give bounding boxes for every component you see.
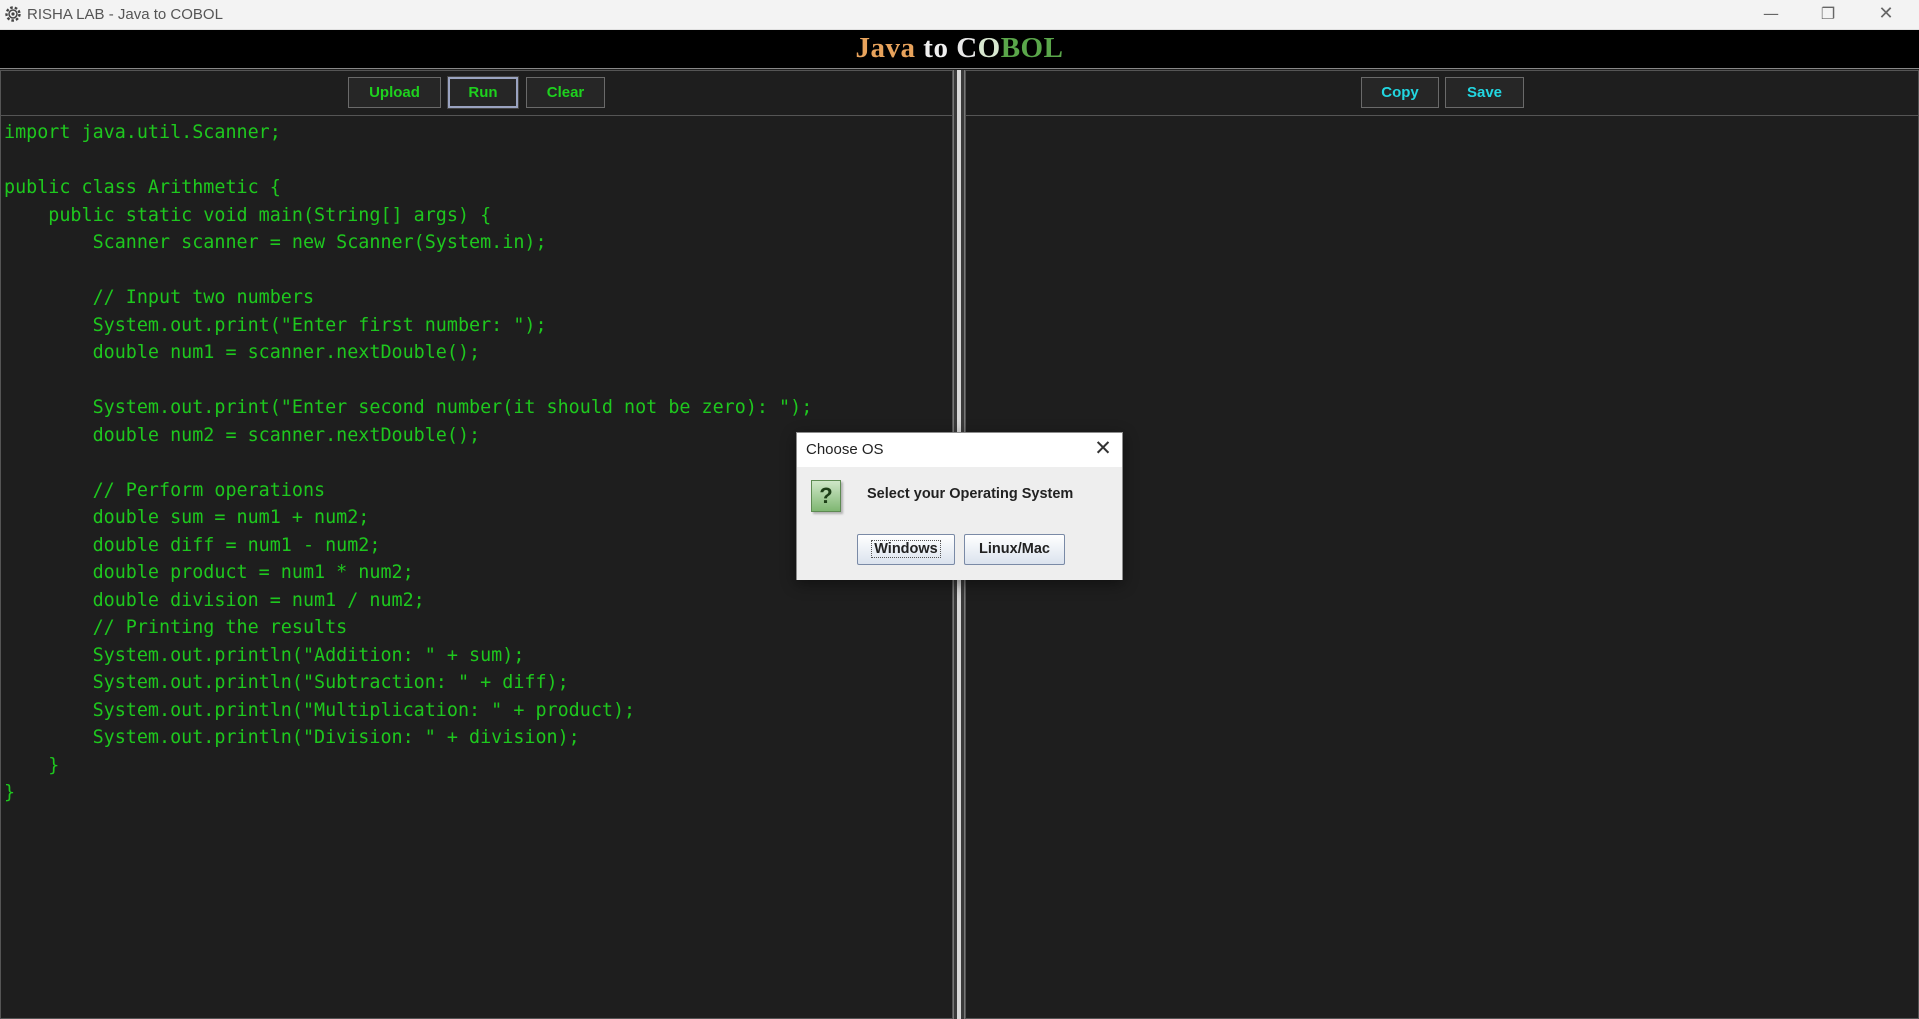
banner-title-o: O xyxy=(977,32,1001,64)
copy-button[interactable]: Copy xyxy=(1361,77,1439,108)
banner-title-c: C xyxy=(956,32,978,64)
dialog-body: ? Select your Operating System Windows L… xyxy=(797,467,1122,580)
upload-button[interactable]: Upload xyxy=(348,77,441,108)
banner-title-bol: BOL xyxy=(1000,32,1064,64)
question-icon: ? xyxy=(811,480,841,512)
window-title: RISHA LAB - Java to COBOL xyxy=(27,6,223,23)
choose-os-dialog: Choose OS ✕ ? Select your Operating Syst… xyxy=(796,432,1123,580)
dialog-title: Choose OS xyxy=(806,441,884,458)
windows-button[interactable]: Windows xyxy=(857,534,955,565)
dialog-message: Select your Operating System xyxy=(867,486,1074,502)
close-window-icon[interactable]: ✕ xyxy=(1863,0,1909,29)
app-banner: Java to COBOL xyxy=(0,30,1919,69)
settings-gear-icon xyxy=(5,6,21,22)
windows-button-label: Windows xyxy=(871,540,941,558)
dialog-titlebar[interactable]: Choose OS ✕ xyxy=(797,433,1122,467)
banner-title: Java to COBOL xyxy=(856,32,1064,65)
window-titlebar: RISHA LAB - Java to COBOL — ❐ ✕ xyxy=(0,0,1919,30)
save-button[interactable]: Save xyxy=(1445,77,1524,108)
banner-title-to: to xyxy=(923,32,949,64)
minimize-icon[interactable]: — xyxy=(1748,0,1794,29)
java-code-editor[interactable]: import java.util.Scanner; public class A… xyxy=(4,119,812,807)
restore-icon[interactable]: ❐ xyxy=(1805,0,1851,29)
clear-button[interactable]: Clear xyxy=(526,77,605,108)
banner-title-java: Java xyxy=(855,32,916,64)
output-toolbar: Copy Save xyxy=(966,71,1918,116)
run-button[interactable]: Run xyxy=(447,76,519,109)
input-toolbar: Upload Run Clear xyxy=(1,71,952,116)
linux-mac-button[interactable]: Linux/Mac xyxy=(964,534,1065,565)
dialog-close-icon[interactable]: ✕ xyxy=(1092,436,1114,460)
